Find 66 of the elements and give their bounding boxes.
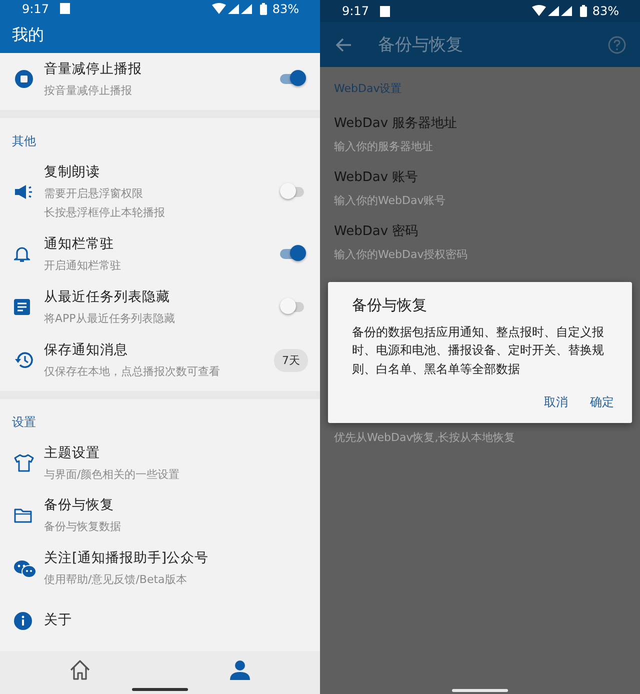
item-subtitle: 开启通知栏常驻 — [44, 258, 122, 274]
chat-icon — [14, 560, 36, 578]
item-subtitle: 需要开启悬浮窗权限 — [44, 186, 144, 202]
megaphone-icon — [14, 184, 34, 200]
battery-percent: 83% — [592, 4, 619, 18]
bell-icon — [14, 245, 30, 264]
settings-item[interactable]: 保存通知消息 仅保存在本地，点总播报次数可查看 7天 — [0, 334, 320, 387]
history-icon — [14, 351, 34, 370]
item-title: 关于 — [44, 611, 73, 630]
item-title: 音量减停止播报 — [44, 60, 143, 78]
settings-item[interactable]: 备份与恢复 备份与恢复数据 — [0, 489, 320, 542]
item-title: 保存通知消息 — [44, 340, 129, 359]
item-subtitle: 输入你的服务器地址 — [334, 139, 434, 154]
home-icon[interactable] — [69, 658, 91, 681]
item-title: 关注[通知播报助手]公众号 — [44, 549, 210, 568]
settings-item[interactable]: 关注[通知播报助手]公众号 使用帮助/意见反馈/Beta版本 — [0, 542, 320, 596]
battery-icon — [260, 2, 268, 15]
settings-item[interactable]: 复制朗读 需要开启悬浮窗权限 长按悬浮框停止本轮播报 — [0, 156, 320, 228]
section-header: 设置 — [11, 414, 37, 431]
person-icon[interactable] — [230, 660, 250, 680]
status-time: 9:17 — [342, 4, 369, 18]
home-indicator — [132, 688, 188, 691]
item-subtitle: 与界面/颜色相关的一些设置 — [44, 466, 181, 482]
status-time: 9:17 — [22, 2, 49, 16]
item-subtitle: 使用帮助/意见反馈/Beta版本 — [44, 572, 188, 588]
dialog-title: 备份与恢复 — [352, 296, 428, 315]
item-subtitle: 长按悬浮框停止本轮播报 — [44, 204, 166, 221]
notification-icon — [380, 6, 390, 16]
item-subtitle: 仅保存在本地，点总播报次数可查看 — [44, 364, 221, 380]
info-icon — [14, 612, 32, 630]
notification-icon — [60, 3, 70, 14]
battery-icon — [580, 5, 588, 17]
stop-icon — [14, 69, 34, 90]
confirm-button[interactable]: 确定 — [586, 392, 618, 413]
item-title: 主题设置 — [44, 444, 101, 462]
item-title: WebDav 账号 — [334, 169, 420, 186]
back-icon[interactable] — [336, 38, 352, 52]
item-title: 复制朗读 — [44, 162, 101, 181]
cancel-button[interactable]: 取消 — [540, 392, 572, 413]
item-subtitle: 备份与恢复数据 — [44, 519, 122, 536]
settings-item[interactable]: 主题设置 与界面/颜色相关的一些设置 — [0, 436, 320, 490]
folder-icon — [14, 508, 32, 524]
item-subtitle: 优先从WebDav恢复,长按从本地恢复 — [334, 430, 516, 445]
settings-item[interactable]: 音量减停止播报 按音量减停止播报 — [0, 52, 320, 106]
shirt-icon — [14, 454, 34, 472]
item-subtitle: 按音量减停止播报 — [44, 82, 133, 99]
settings-item[interactable]: 通知栏常驻 开启通知栏常驻 — [0, 228, 320, 281]
section-header: WebDav设置 — [334, 81, 403, 97]
dialog-message: 备份的数据包括应用通知、整点报时、自定义报时、电源和电池、播报设备、定时开关、替换规则、白名单、黑名单等全部数据 — [352, 324, 605, 378]
settings-item[interactable]: 关于 — [0, 595, 320, 648]
item-subtitle: 输入你的WebDav账号 — [334, 193, 447, 208]
item-title: 备份与恢复 — [44, 496, 115, 514]
page-title: 我的 — [12, 24, 44, 46]
item-subtitle: 输入你的WebDav授权密码 — [334, 247, 469, 262]
home-indicator — [452, 689, 508, 692]
settings-item[interactable]: 从最近任务列表隐藏 将APP从最近任务列表隐藏 — [0, 280, 320, 334]
retention-chip[interactable]: 7天 — [274, 348, 308, 372]
document-icon — [14, 299, 30, 316]
section-header: 其他 — [11, 132, 37, 150]
item-title: 通知栏常驻 — [44, 234, 115, 253]
page-title: 备份与恢复 — [378, 34, 463, 56]
item-subtitle: 将APP从最近任务列表隐藏 — [44, 310, 176, 327]
item-title: 从最近任务列表隐藏 — [44, 288, 171, 306]
item-title: WebDav 密码 — [334, 223, 420, 240]
battery-percent: 83% — [272, 2, 299, 16]
item-title: WebDav 服务器地址 — [334, 115, 458, 132]
